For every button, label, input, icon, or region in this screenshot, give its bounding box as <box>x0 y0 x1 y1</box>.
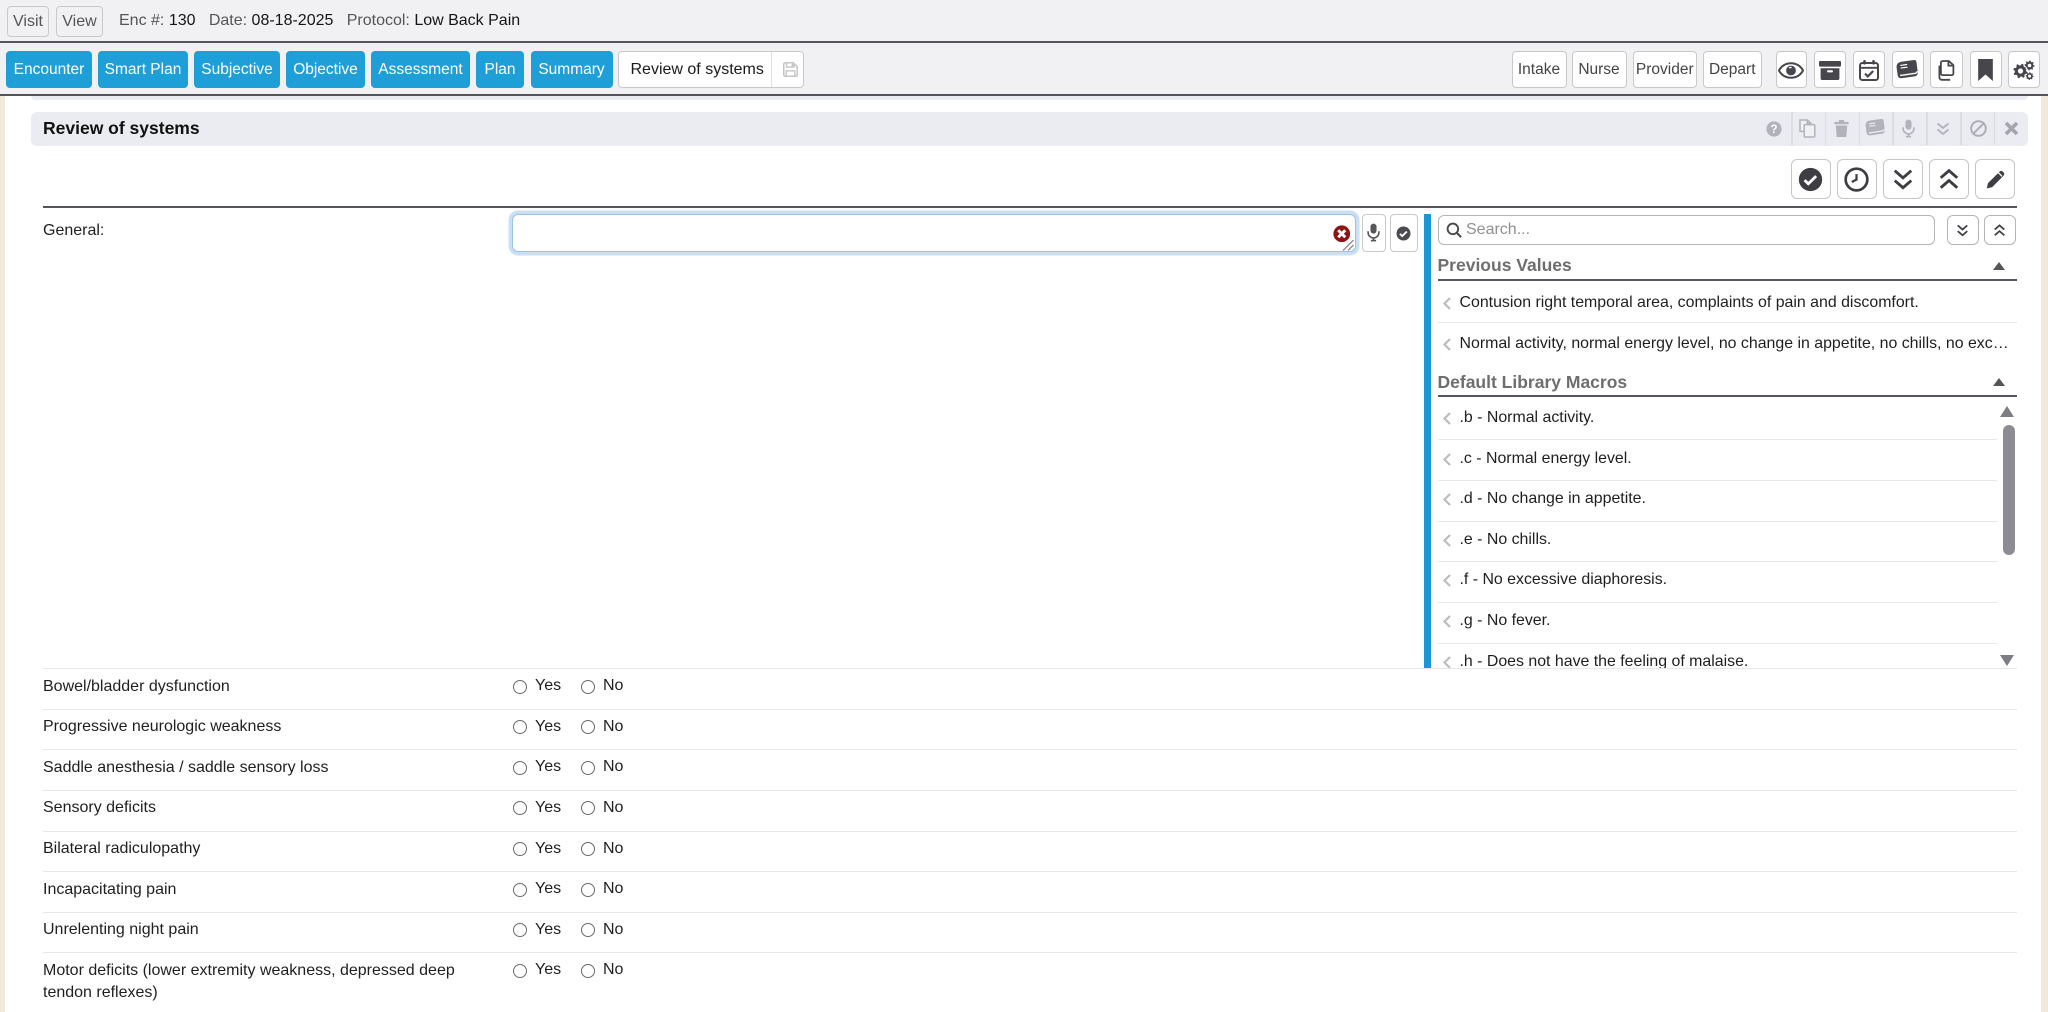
svg-text:?: ? <box>1770 124 1777 136</box>
